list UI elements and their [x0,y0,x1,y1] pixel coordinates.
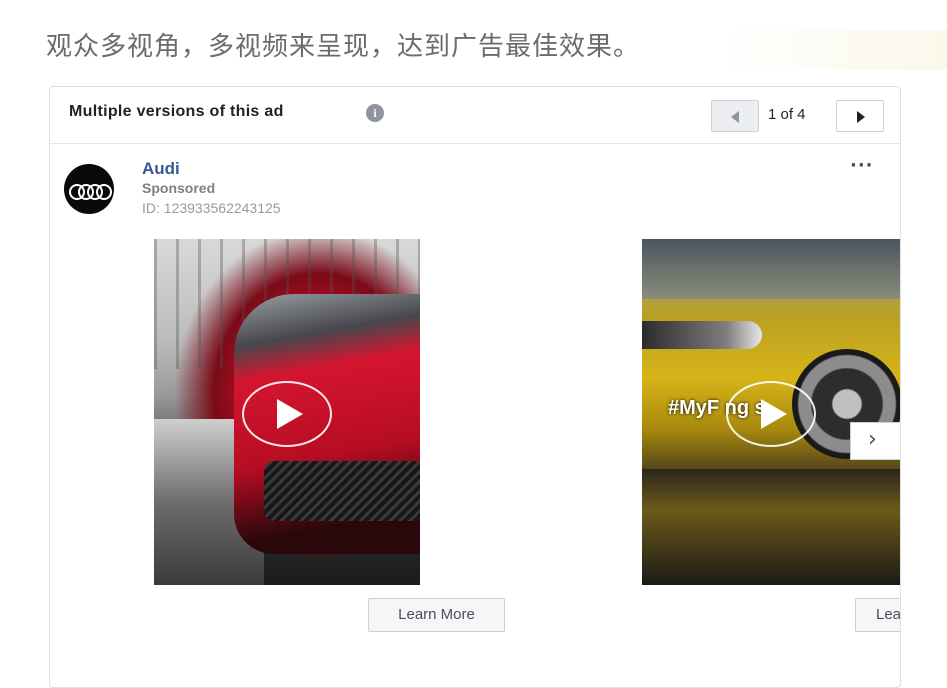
card-header: Multiple versions of this ad i 1 of 4 [50,87,900,144]
advertiser-name-link[interactable]: Audi [142,159,180,179]
pager-next-button[interactable] [836,100,884,132]
car-grille-decoration [264,461,420,521]
learn-more-button[interactable]: Learn More [368,598,505,632]
ad-versions-card: Multiple versions of this ad i 1 of 4 Au… [49,86,901,688]
play-icon[interactable] [726,381,816,447]
yellow-car-headlight [642,321,762,349]
pager-label: 1 of 4 [768,106,806,123]
more-options-icon[interactable]: ··· [850,155,874,176]
carousel-next-button[interactable]: › [850,422,900,460]
info-icon[interactable]: i [366,104,384,122]
headline-fade-decoration [720,30,947,70]
arrow-left-icon [731,111,739,123]
ad-id: ID: 123933562243125 [142,200,281,216]
chevron-right-icon: › [868,427,877,452]
yellow-car-reflection [642,469,900,585]
arrow-right-icon [857,111,865,123]
video-thumbnail-1[interactable] [154,239,420,585]
card-title: Multiple versions of this ad [69,103,284,120]
yellow-car-window [642,239,900,299]
play-icon[interactable] [242,381,332,447]
advertiser-avatar[interactable] [64,164,114,214]
video-thumbnail-2[interactable]: #MyF ng s [642,239,900,585]
sponsored-label: Sponsored [142,180,216,196]
learn-more-button-2[interactable]: Lea [855,598,900,632]
page-headline: 观众多视角，多视频来呈现，达到广告最佳效果。 [46,32,641,62]
pager-prev-button[interactable] [711,100,759,132]
